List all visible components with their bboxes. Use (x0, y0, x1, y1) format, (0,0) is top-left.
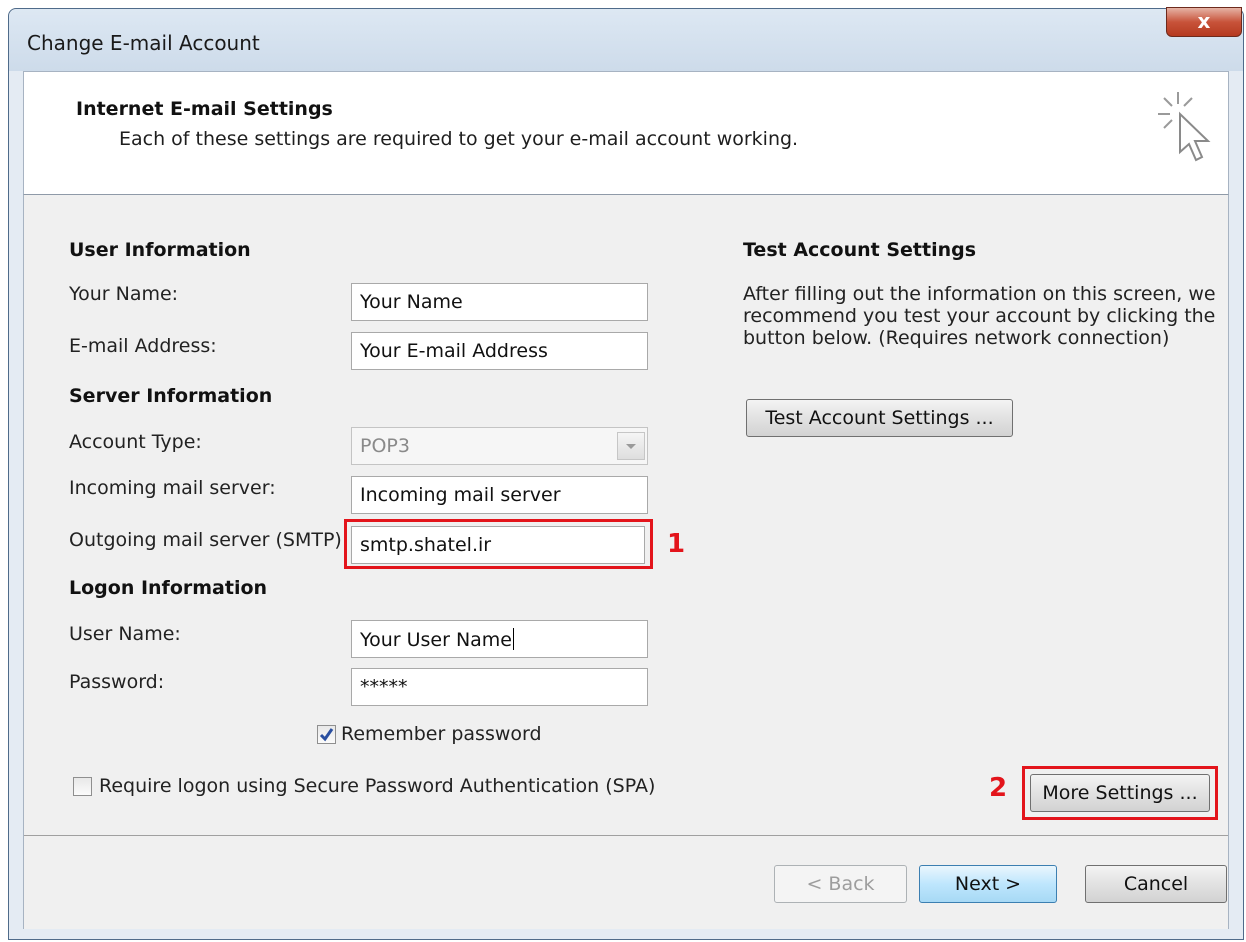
spa-checkbox[interactable] (73, 777, 92, 796)
test-account-settings-button[interactable]: Test Account Settings ... (746, 399, 1013, 437)
user-name-value: Your User Name (360, 629, 512, 651)
email-address-input[interactable]: Your E-mail Address (351, 332, 648, 370)
footer: < Back Next > Cancel (24, 837, 1228, 929)
next-button[interactable]: Next > (919, 865, 1057, 903)
checkmark-icon (319, 728, 334, 742)
dialog-window: Change E-mail Account x Internet E-mail … (8, 7, 1244, 940)
chevron-down-icon (617, 432, 645, 460)
highlight-box-more-settings (1022, 766, 1218, 820)
close-button[interactable]: x (1166, 7, 1242, 37)
password-input[interactable]: ***** (351, 668, 648, 706)
wizard-cursor-icon (1158, 92, 1211, 162)
section-logon-information: Logon Information (69, 577, 268, 599)
title-bar[interactable]: Change E-mail Account x (9, 7, 1243, 71)
your-name-label: Your Name: (69, 283, 179, 305)
back-button[interactable]: < Back (774, 865, 907, 903)
remember-password-label[interactable]: Remember password (341, 723, 542, 745)
window-title: Change E-mail Account (27, 31, 260, 55)
incoming-server-label: Incoming mail server: (69, 477, 276, 499)
incoming-server-input[interactable]: Incoming mail server (351, 476, 648, 514)
annotation-marker-1: 1 (667, 529, 686, 559)
highlight-box-outgoing (344, 519, 653, 569)
password-label: Password: (69, 671, 165, 693)
header-description: Each of these settings are required to g… (119, 128, 799, 150)
close-icon: x (1197, 9, 1211, 33)
account-type-select: POP3 (351, 427, 648, 465)
account-type-value: POP3 (360, 435, 410, 457)
user-name-input[interactable]: Your User Name (351, 620, 648, 658)
test-settings-description: After filling out the information on thi… (743, 283, 1216, 349)
cancel-button[interactable]: Cancel (1085, 865, 1227, 903)
section-server-information: Server Information (69, 385, 273, 407)
remember-password-checkbox[interactable] (317, 725, 336, 744)
wizard-header: Internet E-mail Settings Each of these s… (23, 71, 1229, 195)
email-address-label: E-mail Address: (69, 335, 217, 357)
annotation-marker-2: 2 (989, 773, 1008, 803)
settings-panel: User Information Your Name: Your Name E-… (23, 195, 1229, 929)
section-test-account-settings: Test Account Settings (743, 239, 977, 261)
your-name-input[interactable]: Your Name (351, 283, 648, 321)
section-user-information: User Information (69, 239, 251, 261)
user-name-label: User Name: (69, 623, 181, 645)
account-type-label: Account Type: (69, 431, 202, 453)
text-caret (513, 628, 514, 650)
header-title: Internet E-mail Settings (76, 98, 333, 120)
outgoing-server-label: Outgoing mail server (SMTP): (69, 529, 349, 551)
spa-label[interactable]: Require logon using Secure Password Auth… (99, 775, 655, 797)
